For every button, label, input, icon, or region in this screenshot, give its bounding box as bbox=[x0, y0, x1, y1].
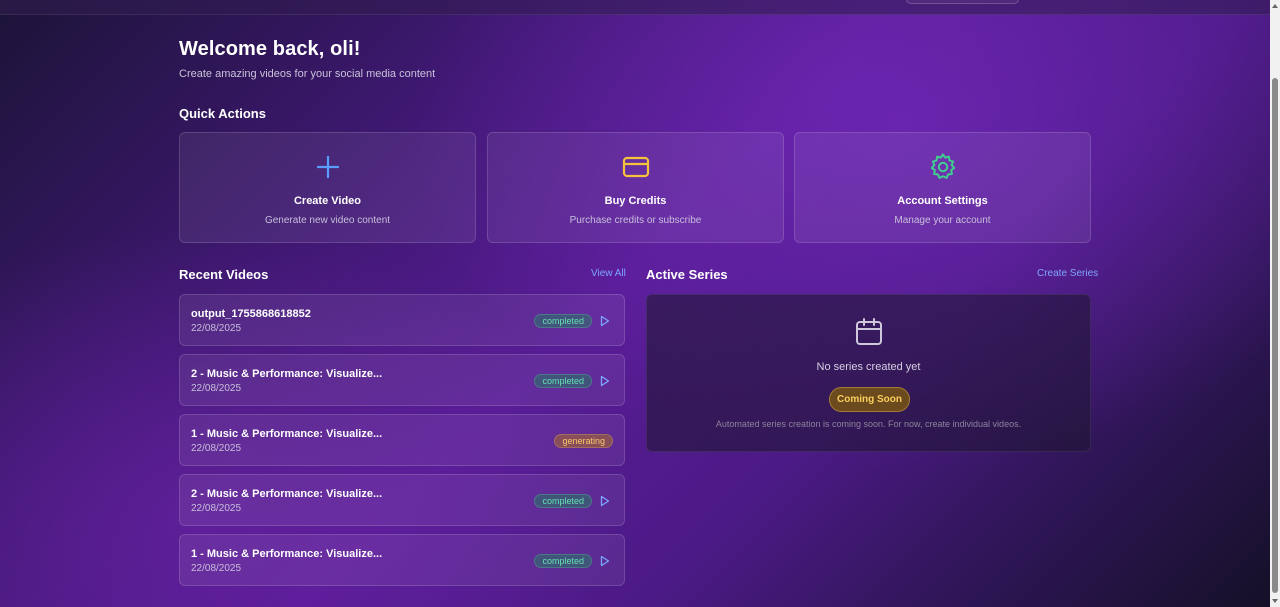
buy-credits-description: Purchase credits or subscribe bbox=[569, 215, 702, 226]
video-row[interactable]: 1 - Music & Performance: Visualize... 22… bbox=[179, 534, 625, 586]
video-title: output_1755868618852 bbox=[191, 308, 311, 320]
video-row[interactable]: 1 - Music & Performance: Visualize... 22… bbox=[179, 414, 625, 466]
status-badge: completed bbox=[534, 374, 592, 388]
create-video-label: Create Video bbox=[293, 195, 362, 207]
page-subtitle: Create amazing videos for your social me… bbox=[179, 68, 436, 80]
video-row[interactable]: 2 - Music & Performance: Visualize... 22… bbox=[179, 474, 625, 526]
series-empty-panel: No series created yet Coming Soon Automa… bbox=[646, 294, 1091, 452]
play-icon[interactable] bbox=[600, 495, 610, 507]
video-date: 22/08/2025 bbox=[191, 443, 242, 454]
status-badge: completed bbox=[534, 554, 592, 568]
navbar-user-button[interactable] bbox=[906, 0, 1019, 4]
video-title: 1 - Music & Performance: Visualize... bbox=[191, 428, 383, 440]
create-video-card[interactable]: Create Video Generate new video content bbox=[179, 132, 476, 243]
video-date: 22/08/2025 bbox=[191, 503, 242, 514]
play-icon[interactable] bbox=[600, 315, 610, 327]
gear-icon bbox=[930, 153, 955, 179]
status-badge: completed bbox=[534, 314, 592, 328]
view-all-link[interactable]: View All bbox=[591, 268, 626, 279]
create-series-link[interactable]: Create Series bbox=[1037, 268, 1098, 279]
status-badge: completed bbox=[534, 494, 592, 508]
scroll-down-arrow-icon[interactable] bbox=[1272, 599, 1278, 603]
scroll-up-arrow-icon[interactable] bbox=[1272, 4, 1278, 8]
video-row[interactable]: output_1755868618852 22/08/2025 complete… bbox=[179, 294, 625, 346]
buy-credits-card[interactable]: Buy Credits Purchase credits or subscrib… bbox=[487, 132, 784, 243]
recent-videos-title: Recent Videos bbox=[179, 267, 269, 282]
video-title: 2 - Music & Performance: Visualize... bbox=[191, 368, 383, 380]
page-scrollbar[interactable] bbox=[1270, 0, 1280, 607]
empty-state-text: No series created yet bbox=[816, 361, 921, 373]
plus-icon bbox=[316, 155, 339, 179]
active-series-title: Active Series bbox=[646, 267, 728, 282]
video-date: 22/08/2025 bbox=[191, 383, 242, 394]
top-navbar bbox=[0, 0, 1270, 15]
page-title: Welcome back, oli! bbox=[179, 38, 361, 60]
video-title: 1 - Music & Performance: Visualize... bbox=[191, 548, 383, 560]
video-row[interactable]: 2 - Music & Performance: Visualize... 22… bbox=[179, 354, 625, 406]
video-title: 2 - Music & Performance: Visualize... bbox=[191, 488, 383, 500]
coming-soon-badge: Coming Soon bbox=[829, 387, 910, 412]
account-settings-card[interactable]: Account Settings Manage your account bbox=[794, 132, 1091, 243]
video-date: 22/08/2025 bbox=[191, 563, 242, 574]
series-note: Automated series creation is coming soon… bbox=[715, 419, 1022, 429]
account-settings-label: Account Settings bbox=[897, 195, 988, 207]
scroll-thumb[interactable] bbox=[1272, 78, 1278, 593]
quick-actions-title: Quick Actions bbox=[179, 106, 266, 121]
calendar-icon bbox=[855, 318, 882, 345]
buy-credits-label: Buy Credits bbox=[604, 195, 667, 207]
video-date: 22/08/2025 bbox=[191, 323, 242, 334]
status-badge: generating bbox=[554, 434, 613, 448]
account-settings-description: Manage your account bbox=[894, 215, 991, 226]
play-icon[interactable] bbox=[600, 375, 610, 387]
credit-card-icon bbox=[622, 156, 649, 178]
create-video-description: Generate new video content bbox=[264, 215, 391, 226]
play-icon[interactable] bbox=[600, 555, 610, 567]
